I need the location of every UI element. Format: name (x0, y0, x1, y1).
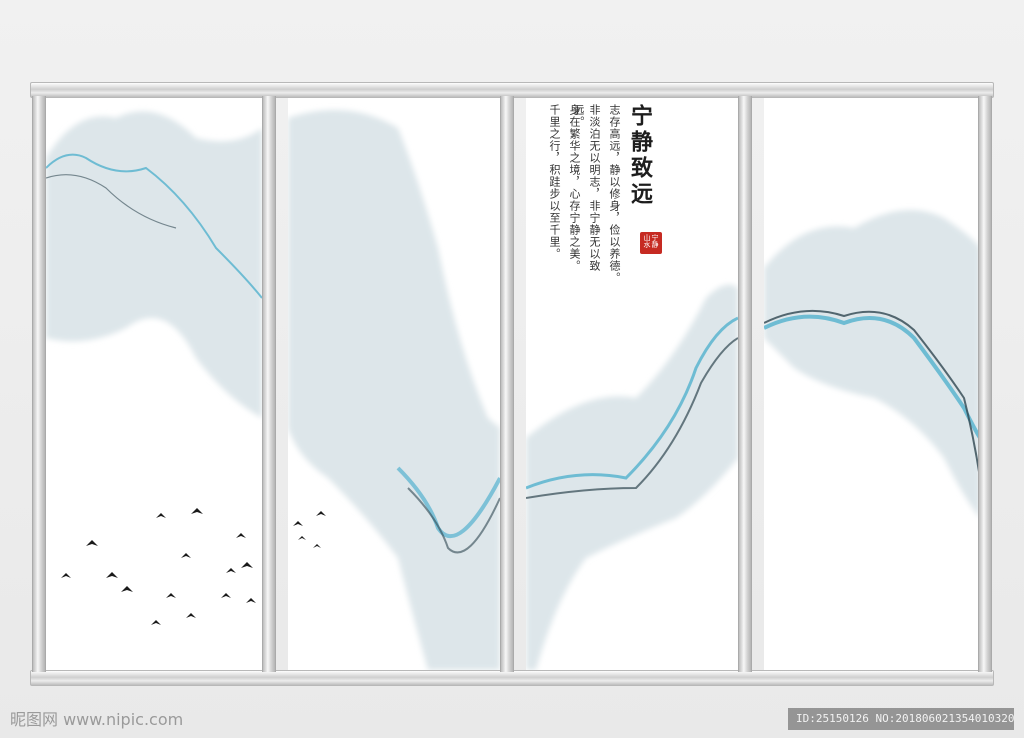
ink-mountain-art-4 (764, 210, 980, 518)
screen-panel-3: 千里之行，积跬步以至千里。 身在繁华之境，心存宁静之美。 非淡泊无以明志，非宁静… (526, 98, 738, 670)
red-seal-stamp: 宁静山水 (640, 232, 662, 254)
seal-text: 宁静山水 (643, 234, 659, 248)
frame-post-3 (738, 96, 752, 672)
poem-line-2: 非淡泊无以明志，非宁静无以致远。 (572, 104, 601, 272)
poem-line-3: 身在繁华之境，心存宁静之美。 (568, 104, 581, 272)
ink-mountain-art-2 (288, 110, 500, 670)
frame-post-right (978, 96, 992, 672)
screen-panel-1 (46, 98, 262, 670)
image-id-watermark: ID:25150126 NO:20180602135401032030 (788, 708, 1014, 730)
artwork-title: 宁静致远 (627, 104, 653, 208)
birds-flock (61, 508, 256, 625)
ink-mountain-art-1 (46, 111, 262, 625)
site-watermark: 昵图网 www.nipic.com (10, 710, 184, 729)
poem-line-4: 千里之行，积跬步以至千里。 (548, 104, 561, 260)
birds-small (293, 511, 326, 548)
frame-post-left (32, 96, 46, 672)
poem-block: 千里之行，积跬步以至千里。 身在繁华之境，心存宁静之美。 非淡泊无以明志，非宁静… (548, 104, 668, 294)
screen-panel-4 (764, 98, 980, 670)
screen-panel-2 (288, 98, 500, 670)
frame-post-1 (262, 96, 276, 672)
frame-post-2 (500, 96, 514, 672)
frame-bottom-rail (30, 670, 994, 686)
poem-line-1: 志存高远，静以修身，俭以养德。 (608, 104, 621, 284)
